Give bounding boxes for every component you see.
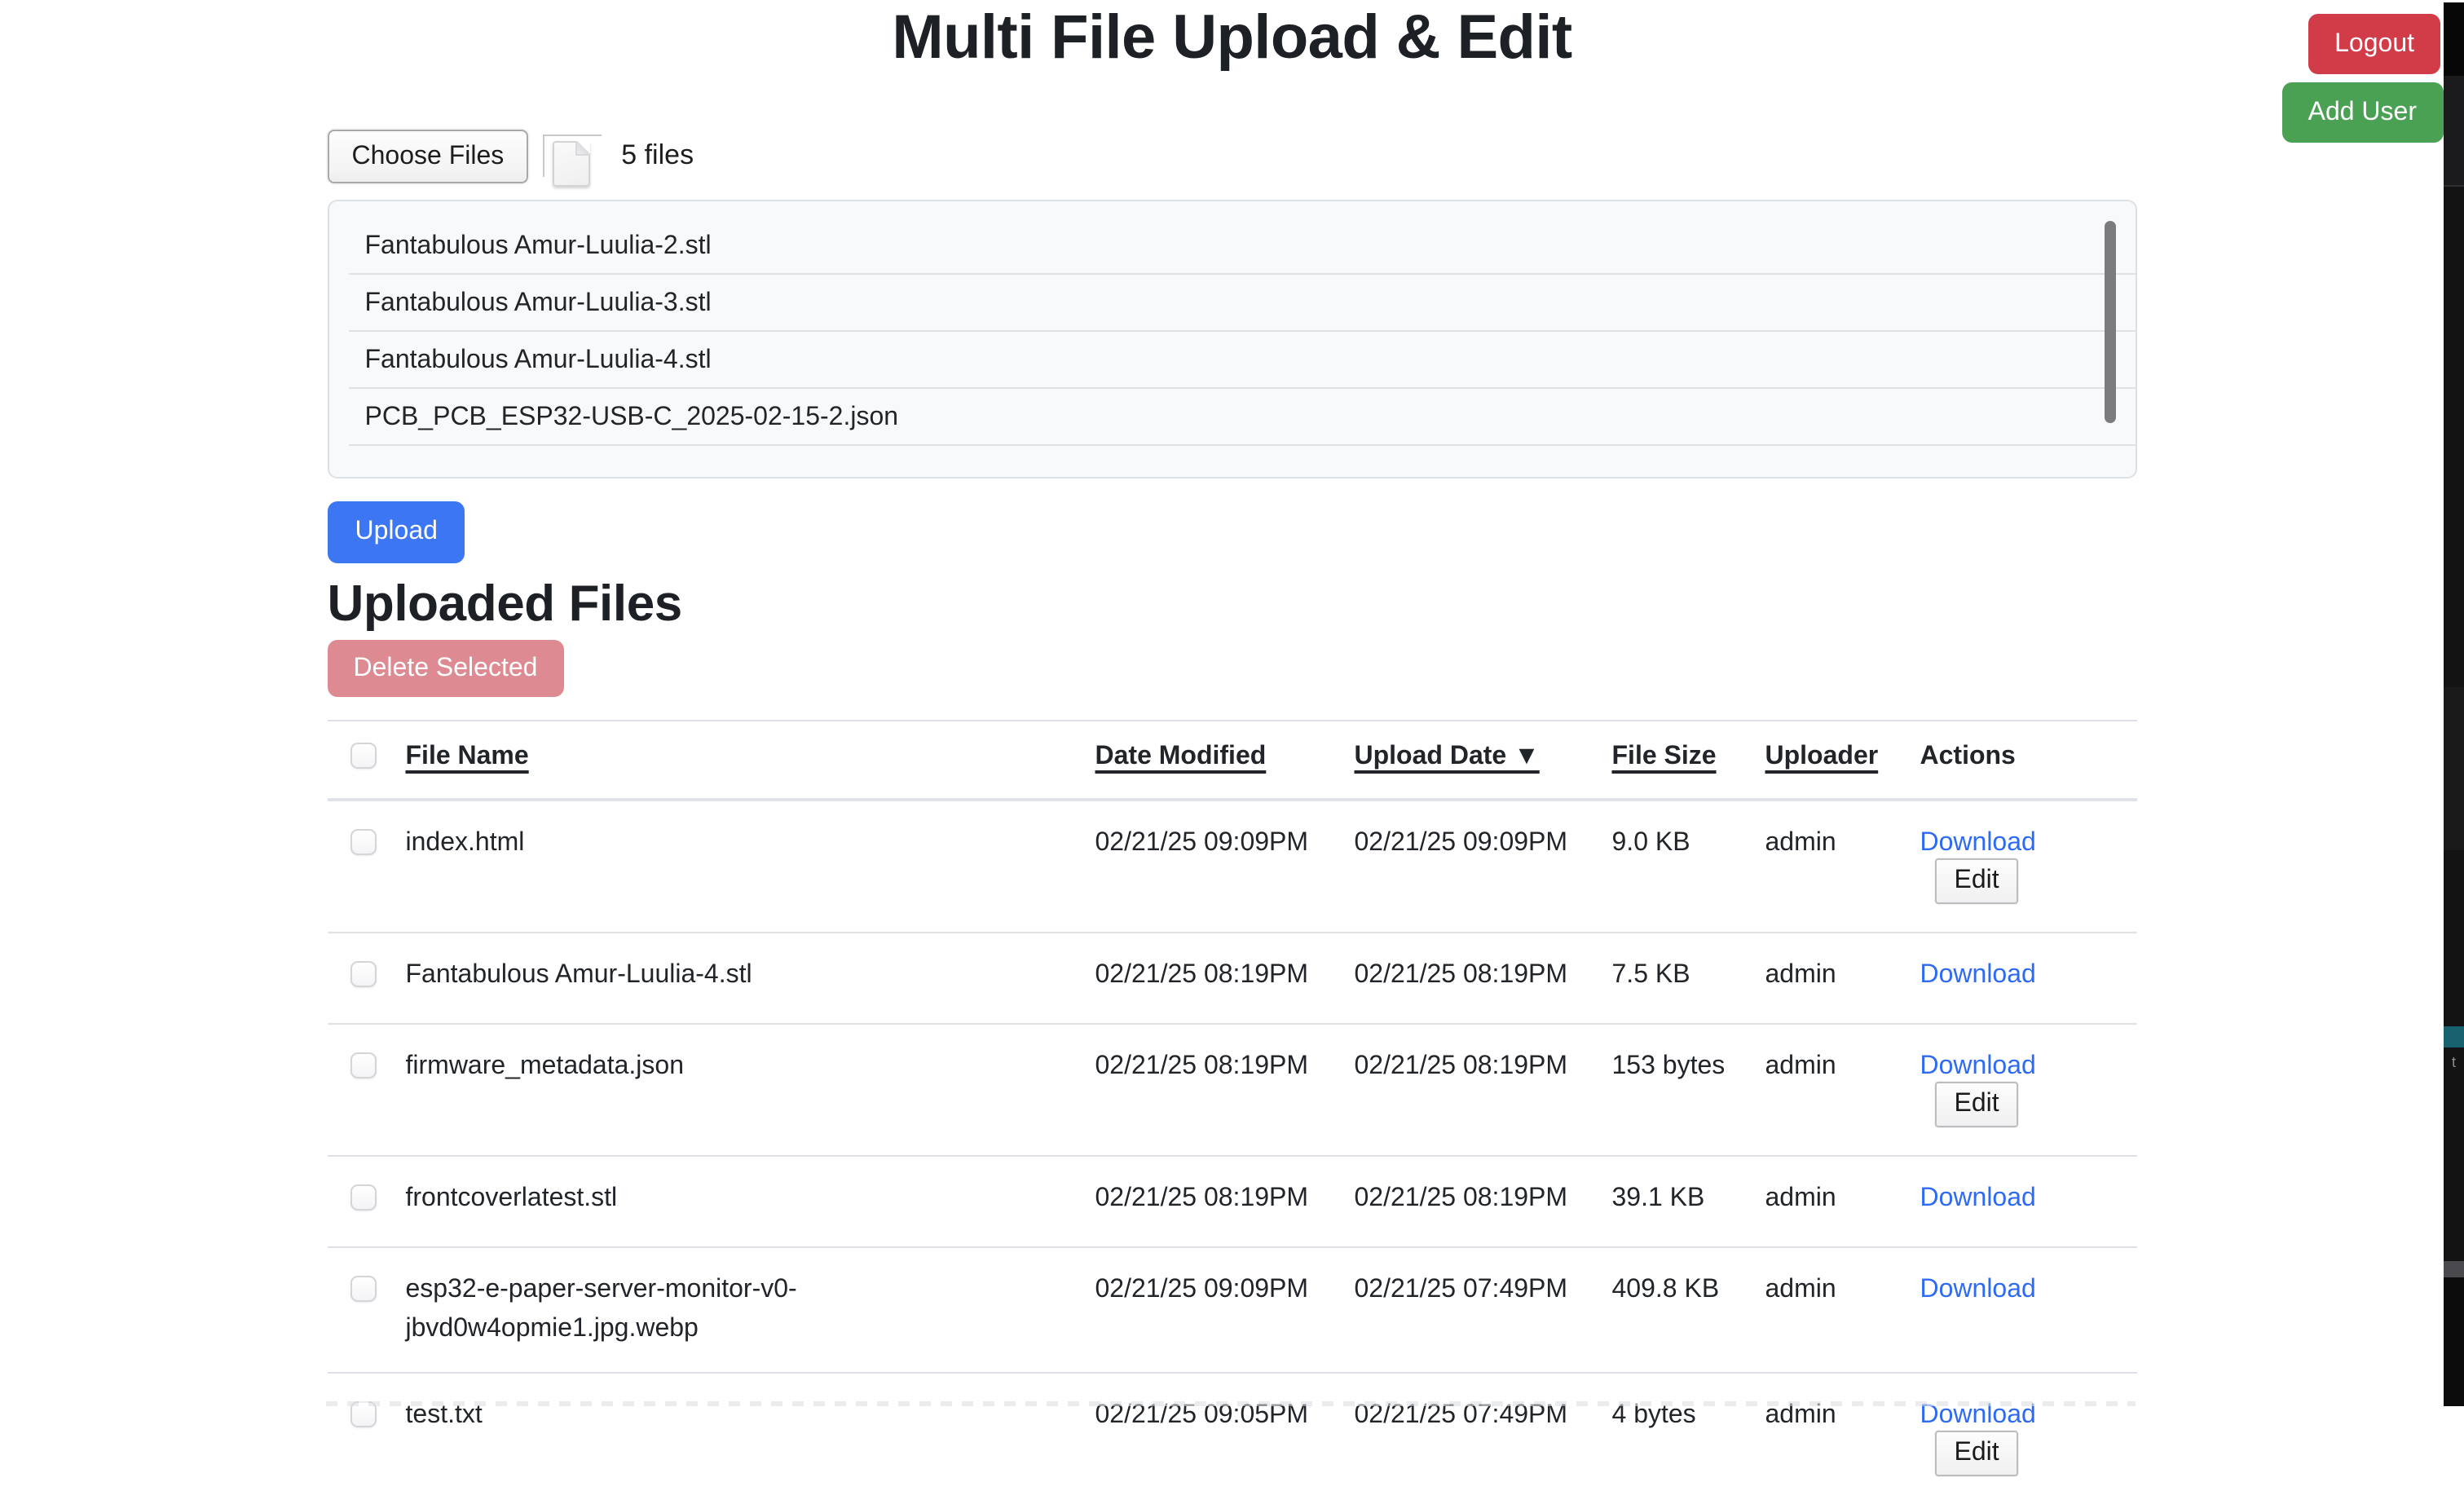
uploader-cell: admin: [1752, 800, 1907, 933]
background-window-strip: t: [2444, 2, 2464, 1405]
table-row: frontcoverlatest.stl 02/21/25 08:19PM 02…: [328, 1156, 2137, 1247]
uploader-cell: admin: [1752, 1156, 1907, 1247]
list-item: Fantabulous Amur-Luulia-3.stl: [349, 275, 2136, 332]
scrolled-item-sliver: [329, 201, 2136, 218]
table-row: esp32-e-paper-server-monitor-v0-jbvd0w4o…: [328, 1247, 2137, 1373]
main-container: Choose Files 5 files Fantabulous Amur-Lu…: [328, 128, 2137, 1504]
file-size-cell: 409.8 KB: [1599, 1247, 1752, 1373]
file-size-cell: 153 bytes: [1599, 1024, 1752, 1156]
sort-upload-date[interactable]: Upload Date ▼: [1355, 743, 1540, 770]
file-size-cell: 39.1 KB: [1599, 1156, 1752, 1247]
background-window-segment: [2444, 687, 2464, 850]
file-size-cell: 9.0 KB: [1599, 800, 1752, 933]
upload-date-cell: 02/21/25 07:49PM: [1342, 1373, 1599, 1504]
upload-button[interactable]: Upload: [328, 501, 465, 563]
document-icon: [553, 141, 590, 187]
edit-button[interactable]: Edit: [1935, 1082, 2019, 1127]
background-window-segment: [2444, 1277, 2464, 1405]
background-window-accent: [2444, 1026, 2464, 1048]
row-checkbox[interactable]: [350, 1276, 377, 1302]
upload-date-cell: 02/21/25 07:49PM: [1342, 1247, 1599, 1373]
file-name-cell: esp32-e-paper-server-monitor-v0-jbvd0w4o…: [393, 1247, 1082, 1373]
download-link[interactable]: Download: [1920, 1052, 2036, 1080]
row-checkbox[interactable]: [350, 961, 377, 987]
choose-files-button[interactable]: Choose Files: [328, 129, 529, 183]
uploader-cell: admin: [1752, 1247, 1907, 1373]
file-count-label: 5 files: [621, 139, 694, 172]
download-link[interactable]: Download: [1920, 1184, 2036, 1212]
select-all-checkbox[interactable]: [350, 743, 377, 769]
list-item: Fantabulous Amur-Luulia-2.stl: [349, 218, 2136, 275]
file-name-cell: test.txt: [393, 1373, 1082, 1504]
upload-date-cell: 02/21/25 08:19PM: [1342, 933, 1599, 1024]
edit-button[interactable]: Edit: [1935, 1431, 2019, 1476]
background-window-segment: [2444, 2, 2464, 76]
list-item: Fantabulous Amur-Luulia-4.stl: [349, 332, 2136, 389]
actions-cell: DownloadEdit: [1907, 1373, 2137, 1504]
upload-date-cell: 02/21/25 08:19PM: [1342, 1024, 1599, 1156]
date-modified-cell: 02/21/25 08:19PM: [1082, 1024, 1342, 1156]
download-link[interactable]: Download: [1920, 1276, 2036, 1303]
file-size-cell: 7.5 KB: [1599, 933, 1752, 1024]
file-name-cell: firmware_metadata.json: [393, 1024, 1082, 1156]
actions-cell: Download: [1907, 933, 2137, 1024]
sort-uploader[interactable]: Uploader: [1765, 743, 1879, 770]
list-item: PCB_PCB_ESP32-USB-C_2025-02-15-2.json: [349, 389, 2136, 446]
page-title: Multi File Upload & Edit: [0, 2, 2464, 74]
uploader-cell: admin: [1752, 1024, 1907, 1156]
table-row: firmware_metadata.json 02/21/25 08:19PM …: [328, 1024, 2137, 1156]
sort-date-modified[interactable]: Date Modified: [1095, 743, 1267, 770]
uploaded-files-heading: Uploaded Files: [328, 573, 2137, 633]
date-modified-cell: 02/21/25 09:05PM: [1082, 1373, 1342, 1504]
uploader-cell: admin: [1752, 933, 1907, 1024]
row-checkbox[interactable]: [350, 1184, 377, 1211]
folded-corner: [575, 141, 590, 156]
row-checkbox[interactable]: [350, 829, 377, 855]
page-root: t Multi File Upload & Edit Logout Add Us…: [0, 2, 2464, 1405]
download-link[interactable]: Download: [1920, 961, 2036, 989]
download-link[interactable]: Download: [1920, 1401, 2036, 1429]
clipped-next-row-hint: [326, 1401, 2136, 1405]
edit-button[interactable]: Edit: [1935, 858, 2019, 904]
row-checkbox[interactable]: [350, 1052, 377, 1078]
actions-header: Actions: [1920, 743, 2016, 770]
table-header-row: File Name Date Modified Upload Date ▼ Fi…: [328, 721, 2137, 800]
files-table: File Name Date Modified Upload Date ▼ Fi…: [328, 720, 2137, 1504]
sort-file-size[interactable]: File Size: [1612, 743, 1717, 770]
background-window-segment: [2444, 1261, 2464, 1277]
table-row: index.html 02/21/25 09:09PM 02/21/25 09:…: [328, 800, 2137, 933]
selected-files-list[interactable]: Fantabulous Amur-Luulia-2.stl Fantabulou…: [328, 200, 2137, 479]
date-modified-cell: 02/21/25 09:09PM: [1082, 1247, 1342, 1373]
file-input-frame: [543, 135, 602, 177]
file-name-cell: frontcoverlatest.stl: [393, 1156, 1082, 1247]
file-input[interactable]: Choose Files 5 files: [328, 128, 2137, 183]
file-name-cell: Fantabulous Amur-Luulia-4.stl: [393, 933, 1082, 1024]
background-window-segment: [2444, 76, 2464, 187]
table-row: test.txt 02/21/25 09:05PM 02/21/25 07:49…: [328, 1373, 2137, 1504]
file-name-cell: index.html: [393, 800, 1082, 933]
download-link[interactable]: Download: [1920, 829, 2036, 857]
file-size-cell: 4 bytes: [1599, 1373, 1752, 1504]
scrollbar-thumb[interactable]: [2105, 221, 2116, 423]
sort-file-name[interactable]: File Name: [406, 743, 529, 770]
actions-cell: DownloadEdit: [1907, 1024, 2137, 1156]
logout-button[interactable]: Logout: [2308, 13, 2440, 73]
actions-cell: DownloadEdit: [1907, 800, 2137, 933]
actions-cell: Download: [1907, 1247, 2137, 1373]
delete-selected-button[interactable]: Delete Selected: [328, 640, 564, 697]
table-row: Fantabulous Amur-Luulia-4.stl 02/21/25 0…: [328, 933, 2137, 1024]
date-modified-cell: 02/21/25 09:09PM: [1082, 800, 1342, 933]
actions-cell: Download: [1907, 1156, 2137, 1247]
date-modified-cell: 02/21/25 08:19PM: [1082, 1156, 1342, 1247]
date-modified-cell: 02/21/25 08:19PM: [1082, 933, 1342, 1024]
uploader-cell: admin: [1752, 1373, 1907, 1504]
upload-date-cell: 02/21/25 09:09PM: [1342, 800, 1599, 933]
add-user-button[interactable]: Add User: [2282, 82, 2443, 143]
background-window-text-fragment: t: [2444, 1052, 2464, 1072]
upload-date-cell: 02/21/25 08:19PM: [1342, 1156, 1599, 1247]
